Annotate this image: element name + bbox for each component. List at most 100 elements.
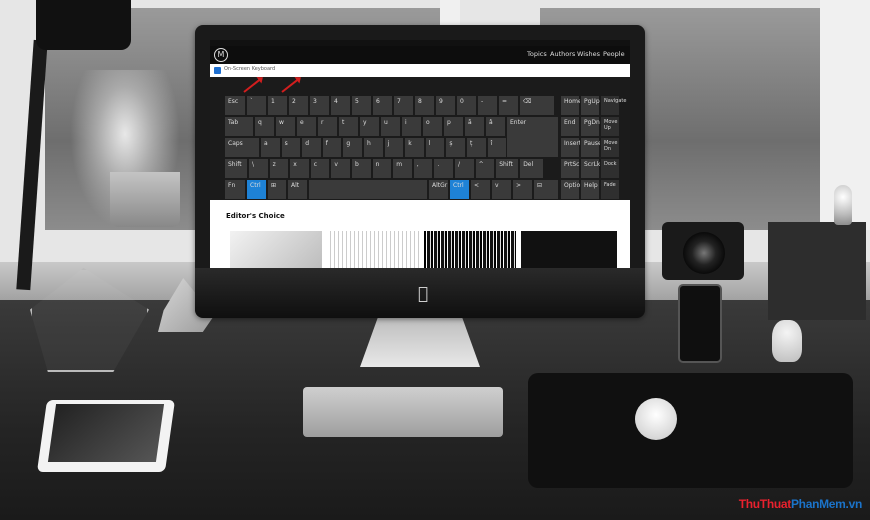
osk-key[interactable]: ,	[412, 158, 434, 179]
osk-key[interactable]: u	[380, 116, 401, 137]
nav-authors[interactable]: Authors	[550, 50, 575, 58]
annotation-arrow	[281, 77, 300, 93]
imac-stand	[360, 317, 480, 367]
osk-key[interactable]: End	[560, 116, 580, 137]
osk-key[interactable]: ⌫	[519, 95, 555, 116]
osk-key[interactable]: y	[359, 116, 380, 137]
osk-key[interactable]: /	[454, 158, 475, 179]
osk-key[interactable]: \	[248, 158, 269, 179]
osk-key[interactable]: Enter	[506, 116, 559, 158]
osk-key[interactable]: >	[512, 179, 533, 200]
article-thumbnail[interactable]	[327, 231, 419, 268]
osk-key[interactable]: Esc	[224, 95, 246, 116]
osk-key[interactable]: s	[280, 137, 302, 158]
osk-key[interactable]: e	[296, 116, 317, 137]
osk-key[interactable]: Pause	[580, 137, 602, 158]
osk-key[interactable]: k	[404, 137, 425, 158]
osk-key[interactable]: x	[289, 158, 310, 179]
osk-key[interactable]: Caps	[224, 137, 260, 158]
osk-key[interactable]: PgDn	[580, 116, 600, 137]
osk-key[interactable]: `	[246, 95, 267, 116]
osk-key[interactable]: Del	[519, 158, 545, 179]
osk-key[interactable]: PgUp	[580, 95, 600, 116]
nav-topics[interactable]: Topics	[527, 50, 547, 58]
osk-key[interactable]: t	[338, 116, 359, 137]
osk-key[interactable]: g	[342, 137, 363, 158]
osk-key[interactable]: ^	[474, 158, 496, 179]
osk-key[interactable]: â	[485, 116, 506, 137]
osk-key[interactable]: ⊞	[267, 179, 287, 200]
osk-key[interactable]: Move Up	[600, 116, 620, 137]
osk-key[interactable]: Ctrl	[246, 179, 267, 200]
on-screen-keyboard: Esc ` 1 2 3 4 5 6 7 8 9 0- = ⌫ Tab q w e r t y u i o p ă â Enter Cap…	[210, 77, 630, 200]
osk-key[interactable]: m	[392, 158, 413, 179]
osk-key[interactable]: PrtScn	[560, 158, 583, 179]
osk-key[interactable]: Navigate	[600, 95, 626, 116]
osk-key[interactable]: Shift	[224, 158, 248, 179]
osk-key[interactable]: i	[401, 116, 422, 137]
osk-title-bar: On-Screen Keyboard	[210, 64, 630, 78]
osk-key[interactable]: ⊟	[533, 179, 559, 200]
osk-key[interactable]: Shift	[495, 158, 520, 179]
osk-key[interactable]: Options	[560, 179, 587, 200]
osk-key[interactable]: Dock	[600, 158, 620, 179]
osk-key[interactable]: ă	[464, 116, 485, 137]
osk-key[interactable]: Move Dn	[600, 137, 620, 158]
osk-key[interactable]: Insert	[560, 137, 581, 158]
osk-key[interactable]: Fade	[600, 179, 620, 200]
article-thumbnail[interactable]	[424, 231, 516, 268]
article-thumbnail[interactable]	[521, 231, 617, 268]
osk-key[interactable]: 5	[351, 95, 372, 116]
osk-key[interactable]: 1	[267, 95, 288, 116]
osk-key[interactable]: ț	[466, 137, 487, 158]
osk-key[interactable]: 0	[456, 95, 477, 116]
osk-key[interactable]: p	[443, 116, 464, 137]
osk-key[interactable]: 8	[414, 95, 435, 116]
osk-key[interactable]: î	[486, 137, 508, 158]
osk-key[interactable]: 9	[435, 95, 456, 116]
osk-key[interactable]: =	[498, 95, 519, 116]
osk-key[interactable]: Ctrl	[449, 179, 470, 200]
osk-key[interactable]: c	[309, 158, 331, 179]
osk-key[interactable]: ș	[445, 137, 466, 158]
osk-key[interactable]: 2	[288, 95, 309, 116]
osk-key[interactable]: .	[433, 158, 454, 179]
osk-key[interactable]: v	[491, 179, 512, 200]
osk-key[interactable]: <	[470, 179, 491, 200]
osk-key[interactable]: a	[260, 137, 281, 158]
osk-key[interactable]: b	[351, 158, 372, 179]
osk-key[interactable]	[308, 179, 428, 200]
nav-wishes[interactable]: Wishes	[577, 50, 600, 58]
osk-key[interactable]: Tab	[224, 116, 254, 137]
osk-key[interactable]: Home	[560, 95, 582, 116]
osk-key[interactable]: w	[275, 116, 296, 137]
osk-key[interactable]: j	[383, 137, 405, 158]
desk-lamp-head	[36, 0, 131, 50]
osk-key[interactable]: o	[422, 116, 443, 137]
osk-key[interactable]: Fn	[224, 179, 246, 200]
osk-key[interactable]: l	[424, 137, 446, 158]
osk-key[interactable]: Alt	[287, 179, 308, 200]
osk-key[interactable]: h	[363, 137, 384, 158]
wood-block-lamp	[768, 222, 866, 320]
osk-key[interactable]: AltGr	[428, 179, 449, 200]
osk-key[interactable]: 7	[393, 95, 414, 116]
tablet-screen	[47, 404, 165, 462]
site-logo[interactable]: M	[214, 48, 228, 62]
osk-key[interactable]: d	[301, 137, 322, 158]
article-thumbnail[interactable]	[230, 231, 322, 268]
osk-key[interactable]: Help	[580, 179, 600, 200]
osk-key[interactable]: n	[371, 158, 393, 179]
nav-people[interactable]: People	[603, 50, 625, 58]
osk-key[interactable]: 6	[372, 95, 393, 116]
website-header: M Topics Authors Wishes People	[210, 46, 630, 64]
osk-key[interactable]: 3	[309, 95, 330, 116]
osk-key[interactable]: q	[254, 116, 275, 137]
osk-key[interactable]: 4	[330, 95, 351, 116]
osk-key[interactable]: v	[330, 158, 351, 179]
osk-key[interactable]: z	[268, 158, 290, 179]
osk-key[interactable]: f	[321, 137, 343, 158]
osk-key[interactable]: -	[477, 95, 498, 116]
osk-key[interactable]: r	[317, 116, 338, 137]
osk-key[interactable]: ScrLk	[580, 158, 600, 179]
